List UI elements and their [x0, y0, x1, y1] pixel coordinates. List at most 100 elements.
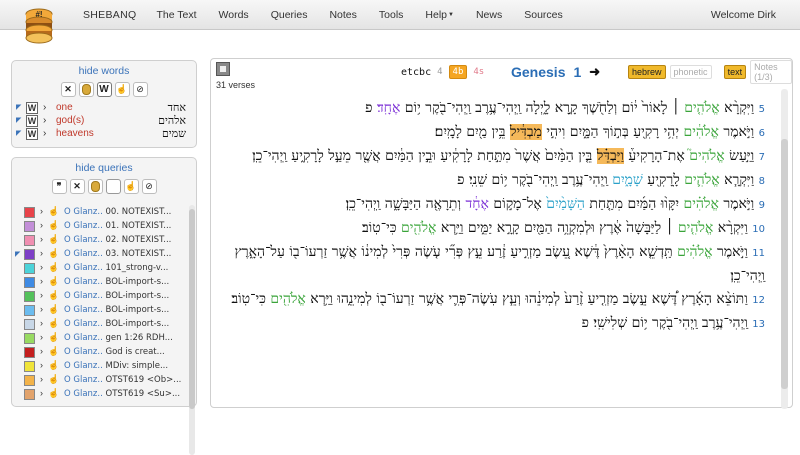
toggle-hebrew[interactable]: hebrew [628, 65, 666, 79]
close-icon[interactable]: ✕ [69, 179, 85, 194]
word-item[interactable]: ◤ W › god(s) אלהים [12, 114, 196, 127]
book-name[interactable]: Genesis [511, 64, 565, 80]
pointer-icon[interactable]: ☝ [48, 318, 59, 329]
query-item[interactable]: › ☝ O Glanz.. OTST619 <Ob>... [15, 373, 185, 387]
eye-icon[interactable]: ◤ [16, 117, 23, 124]
word-badge[interactable]: W [26, 128, 38, 140]
query-color-swatch[interactable] [24, 375, 35, 386]
query-item[interactable]: › ☝ O Glanz.. 00. NOTEXIST... [15, 205, 185, 219]
chevron-right-icon[interactable]: › [40, 248, 43, 258]
query-color-swatch[interactable] [24, 207, 35, 218]
query-item[interactable]: › ☝ O Glanz.. BOL-import-s... [15, 303, 185, 317]
query-color-swatch[interactable] [24, 319, 35, 330]
chevron-right-icon[interactable]: › [40, 304, 43, 314]
chevron-right-icon[interactable]: › [40, 346, 43, 356]
image-icon[interactable] [216, 62, 230, 76]
nav-queries[interactable]: Queries [271, 9, 308, 21]
pointer-icon[interactable]: ☝ [48, 332, 59, 343]
pointer-icon[interactable]: ☝ [123, 179, 139, 194]
ban-icon[interactable]: ⊘ [132, 82, 148, 97]
nav-brand[interactable]: SHEBANQ [83, 9, 136, 21]
pointer-icon[interactable]: ☝ [48, 360, 59, 371]
pointer-icon[interactable]: ☝ [48, 206, 59, 217]
word-badge[interactable]: W [26, 102, 38, 114]
query-item[interactable]: › ☝ O Glanz.. 02. NOTEXIST... [15, 233, 185, 247]
pointer-icon[interactable]: ☝ [48, 234, 59, 245]
toggle-text[interactable]: text [723, 65, 747, 79]
chevron-right-icon[interactable]: › [40, 388, 43, 398]
word-item[interactable]: ◤ W › heavens שמים [12, 127, 196, 140]
chevron-right-icon[interactable]: › [40, 374, 43, 384]
version-4s[interactable]: 4s [470, 66, 487, 78]
query-item[interactable]: › ☝ O Glanz.. MDiv: simple... [15, 359, 185, 373]
eye-icon[interactable]: ◤ [16, 104, 23, 111]
hide-words-link[interactable]: hide words [12, 61, 196, 77]
version-4[interactable]: 4 [434, 66, 445, 78]
word-badge[interactable]: W [26, 115, 38, 127]
chevron-right-icon[interactable]: › [43, 128, 46, 139]
nav-notes[interactable]: Notes [329, 9, 356, 21]
chapter-number[interactable]: 1 [573, 64, 581, 80]
pointer-icon[interactable]: ☝ [48, 262, 59, 273]
toggle-phonetic[interactable]: phonetic [669, 65, 712, 79]
square-icon[interactable] [105, 179, 121, 194]
nav-words[interactable]: Words [219, 9, 249, 21]
chevron-right-icon[interactable]: › [40, 318, 43, 328]
chevron-right-icon[interactable]: › [40, 206, 43, 216]
query-item[interactable]: › ☝ O Glanz.. BOL-import-s... [15, 275, 185, 289]
nav-the-text[interactable]: The Text [156, 9, 196, 21]
version-4b[interactable]: 4b [448, 65, 468, 79]
query-color-swatch[interactable] [24, 389, 35, 400]
word-icon[interactable]: W [96, 82, 112, 97]
word-item[interactable]: ◤ W › one אחד [12, 101, 196, 114]
pointer-icon[interactable]: ☝ [48, 388, 59, 399]
next-chapter-icon[interactable]: ➜ [589, 64, 600, 80]
pointer-icon[interactable]: ☝ [48, 346, 59, 357]
highlight-icon[interactable] [87, 179, 103, 194]
pointer-icon[interactable]: ☝ [48, 220, 59, 231]
query-color-swatch[interactable] [24, 333, 35, 344]
chevron-right-icon[interactable]: › [40, 276, 43, 286]
quote-icon[interactable]: ❞ [51, 179, 67, 194]
chevron-right-icon[interactable]: › [40, 290, 43, 300]
pointer-icon[interactable]: ☝ [48, 304, 59, 315]
query-color-swatch[interactable] [24, 221, 35, 232]
query-color-swatch[interactable] [24, 235, 35, 246]
highlight-icon[interactable] [78, 82, 94, 97]
chevron-right-icon[interactable]: › [40, 360, 43, 370]
chevron-right-icon[interactable]: › [40, 262, 43, 272]
query-color-swatch[interactable] [24, 347, 35, 358]
chevron-right-icon[interactable]: › [43, 102, 46, 113]
pointer-icon[interactable]: ☝ [48, 276, 59, 287]
queries-scrollbar[interactable] [189, 205, 195, 455]
eye-icon[interactable]: ◤ [15, 250, 20, 258]
query-item[interactable]: › ☝ O Glanz.. BOL-import-s... [15, 317, 185, 331]
query-item[interactable]: › ☝ O Glanz.. BOL-import-s... [15, 289, 185, 303]
nav-sources[interactable]: Sources [524, 9, 563, 21]
eye-icon[interactable]: ◤ [16, 130, 23, 137]
query-item[interactable]: › ☝ O Glanz.. 01. NOTEXIST... [15, 219, 185, 233]
chevron-right-icon[interactable]: › [40, 332, 43, 342]
toggle-notes[interactable]: Notes (1/3) [750, 60, 792, 84]
query-color-swatch[interactable] [24, 361, 35, 372]
query-color-swatch[interactable] [24, 249, 35, 260]
query-color-swatch[interactable] [24, 263, 35, 274]
chevron-right-icon[interactable]: › [43, 115, 46, 126]
welcome-user[interactable]: Welcome Dirk [711, 9, 776, 21]
query-color-swatch[interactable] [24, 277, 35, 288]
pointer-icon[interactable]: ☝ [48, 374, 59, 385]
pointer-icon[interactable]: ☝ [48, 290, 59, 301]
pointer-icon[interactable]: ☝ [48, 248, 59, 259]
query-item[interactable]: ◤ › ☝ O Glanz.. 03. NOTEXIST... [15, 247, 185, 261]
nav-news[interactable]: News [476, 9, 502, 21]
query-item[interactable]: › ☝ O Glanz.. 101_strong-v... [15, 261, 185, 275]
nav-help[interactable]: Help▼ [425, 9, 454, 21]
chevron-right-icon[interactable]: › [40, 234, 43, 244]
chevron-right-icon[interactable]: › [40, 220, 43, 230]
hide-queries-link[interactable]: hide queries [12, 158, 196, 174]
text-scroll-thumb[interactable] [781, 139, 788, 389]
query-color-swatch[interactable] [24, 305, 35, 316]
pointer-icon[interactable]: ☝ [114, 82, 130, 97]
close-icon[interactable]: ✕ [60, 82, 76, 97]
query-item[interactable]: › ☝ O Glanz.. God is creat... [15, 345, 185, 359]
